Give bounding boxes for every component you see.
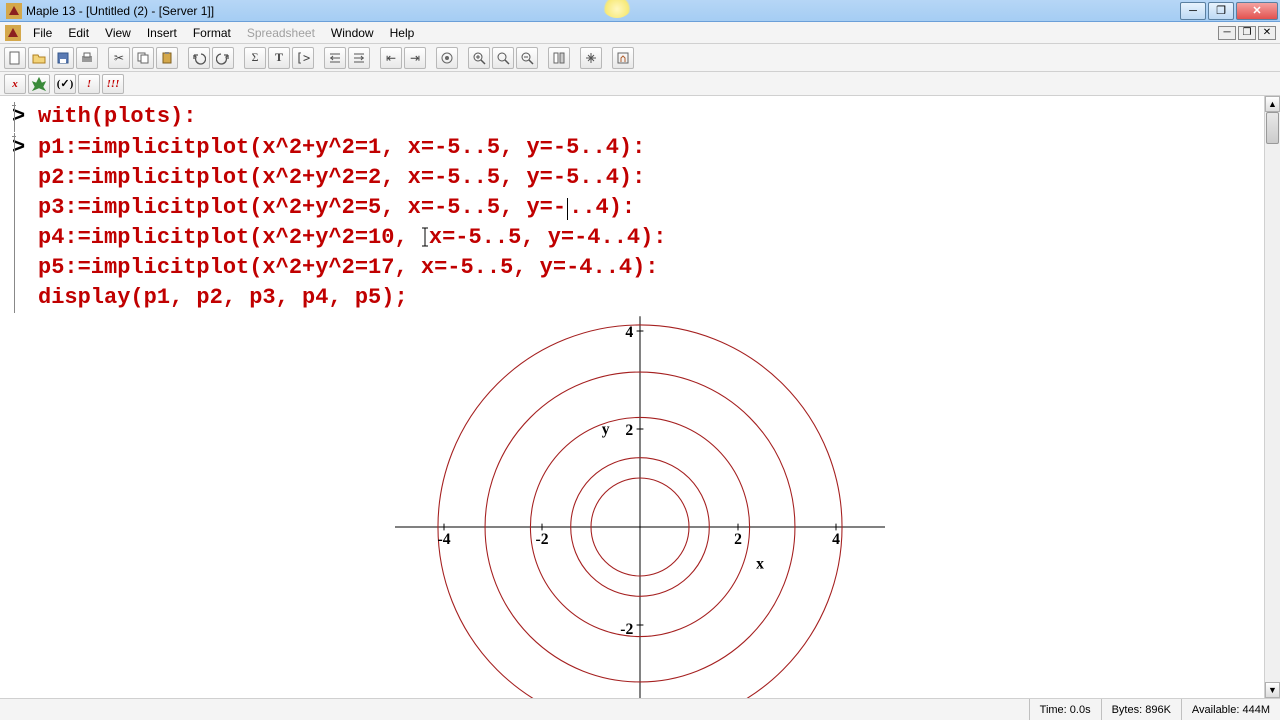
status-bytes: Bytes: 896K [1101, 699, 1181, 720]
menu-format[interactable]: Format [186, 24, 238, 42]
new-button[interactable] [4, 47, 26, 69]
close-button[interactable]: ✕ [1236, 2, 1278, 20]
svg-text:-4: -4 [437, 531, 450, 548]
svg-text:-2: -2 [535, 531, 548, 548]
secondary-toolbar: x (✓) ! !!! [0, 72, 1280, 96]
menu-view[interactable]: View [98, 24, 138, 42]
home-button[interactable] [612, 47, 634, 69]
open-button[interactable] [28, 47, 50, 69]
menu-file[interactable]: File [26, 24, 59, 42]
var-x-button[interactable]: x [4, 74, 26, 94]
mdi-restore-button[interactable]: ❐ [1238, 26, 1256, 40]
code-line[interactable]: > p1:=implicitplot(x^2+y^2=1, x=-5..5, y… [12, 133, 1272, 163]
svg-text:4: 4 [832, 531, 840, 548]
maximize-button[interactable]: ❐ [1208, 2, 1234, 20]
worksheet-area[interactable]: > with(plots): > p1:=implicitplot(x^2+y^… [0, 96, 1280, 698]
step-back-button[interactable]: ⇤ [380, 47, 402, 69]
code-area[interactable]: > with(plots): > p1:=implicitplot(x^2+y^… [0, 96, 1280, 313]
x-axis-label: x [756, 556, 764, 573]
code-text[interactable]: p1:=implicitplot(x^2+y^2=1, x=-5..5, y=-… [38, 133, 645, 163]
step-forward-button[interactable]: ⇥ [404, 47, 426, 69]
svg-text:4: 4 [625, 324, 633, 341]
plot-output[interactable]: -4 -2 2 4 2 4 -2 x y [395, 312, 885, 698]
svg-text:-2: -2 [620, 621, 633, 638]
code-line[interactable]: p2:=implicitplot(x^2+y^2=2, x=-5..5, y=-… [12, 163, 1272, 193]
save-button[interactable] [52, 47, 74, 69]
redo-button[interactable] [212, 47, 234, 69]
code-line[interactable]: p5:=implicitplot(x^2+y^2=17, x=-5..5, y=… [12, 253, 1272, 283]
insert-math-button[interactable]: Σ [244, 47, 266, 69]
copy-button[interactable] [132, 47, 154, 69]
code-line[interactable]: p3:=implicitplot(x^2+y^2=5, x=-5..5, y=-… [12, 193, 1272, 223]
menu-window[interactable]: Window [324, 24, 381, 42]
main-toolbar: ✂ Σ T [> ⇤ ⇥ [0, 44, 1280, 72]
mdi-minimize-button[interactable]: ─ [1218, 26, 1236, 40]
cut-button[interactable]: ✂ [108, 47, 130, 69]
code-line[interactable]: display(p1, p2, p3, p4, p5); [12, 283, 1272, 313]
svg-text:2: 2 [625, 422, 633, 439]
insert-prompt-button[interactable]: [> [292, 47, 314, 69]
status-available: Available: 444M [1181, 699, 1280, 720]
indent-button[interactable] [324, 47, 346, 69]
status-time: Time: 0.0s [1029, 699, 1101, 720]
execute-exclaim-button[interactable]: ! [78, 74, 100, 94]
zoom-in-button[interactable] [468, 47, 490, 69]
toggle-panel-button[interactable] [548, 47, 570, 69]
code-text[interactable]: p3:=implicitplot(x^2+y^2=5, x=-5..5, y=-… [38, 193, 635, 223]
print-button[interactable] [76, 47, 98, 69]
code-text[interactable]: with(plots): [38, 102, 196, 132]
menu-insert[interactable]: Insert [140, 24, 184, 42]
zoom-out-button[interactable] [516, 47, 538, 69]
scroll-down-button[interactable]: ▼ [1265, 682, 1280, 698]
vertical-scrollbar[interactable]: ▲ ▼ [1264, 96, 1280, 698]
maple-leaf-button[interactable] [28, 74, 50, 94]
scroll-thumb[interactable] [1266, 112, 1279, 144]
title-bar: Maple 13 - [Untitled (2) - [Server 1]] ─… [0, 0, 1280, 22]
paren-check-button[interactable]: (✓) [54, 74, 76, 94]
menu-edit[interactable]: Edit [61, 24, 96, 42]
paste-button[interactable] [156, 47, 178, 69]
status-bar: Time: 0.0s Bytes: 896K Available: 444M [0, 698, 1280, 720]
minimize-button[interactable]: ─ [1180, 2, 1206, 20]
insert-text-button[interactable]: T [268, 47, 290, 69]
menu-spreadsheet: Spreadsheet [240, 24, 322, 42]
undo-button[interactable] [188, 47, 210, 69]
scroll-up-button[interactable]: ▲ [1265, 96, 1280, 112]
outdent-button[interactable] [348, 47, 370, 69]
code-text[interactable]: p4:=implicitplot(x^2+y^2=10, x=-5..5, y=… [38, 223, 667, 253]
execute-all-button[interactable]: !!! [102, 74, 124, 94]
text-caret [567, 198, 568, 220]
code-line[interactable]: p4:=implicitplot(x^2+y^2=10, x=-5..5, y=… [12, 223, 1272, 253]
mdi-close-button[interactable]: ✕ [1258, 26, 1276, 40]
code-text[interactable]: p5:=implicitplot(x^2+y^2=17, x=-5..5, y=… [38, 253, 659, 283]
y-axis-label: y [602, 421, 610, 438]
resize-button[interactable] [580, 47, 602, 69]
menu-help[interactable]: Help [383, 24, 422, 42]
menu-bar: File Edit View Insert Format Spreadsheet… [0, 22, 1280, 44]
svg-text:2: 2 [734, 531, 742, 548]
execute-button[interactable] [436, 47, 458, 69]
code-line[interactable]: > with(plots): [12, 102, 1272, 132]
code-text[interactable]: display(p1, p2, p3, p4, p5); [38, 283, 408, 313]
code-text[interactable]: p2:=implicitplot(x^2+y^2=2, x=-5..5, y=-… [38, 163, 645, 193]
document-icon [5, 25, 21, 41]
app-icon [6, 3, 22, 19]
zoom-default-button[interactable] [492, 47, 514, 69]
